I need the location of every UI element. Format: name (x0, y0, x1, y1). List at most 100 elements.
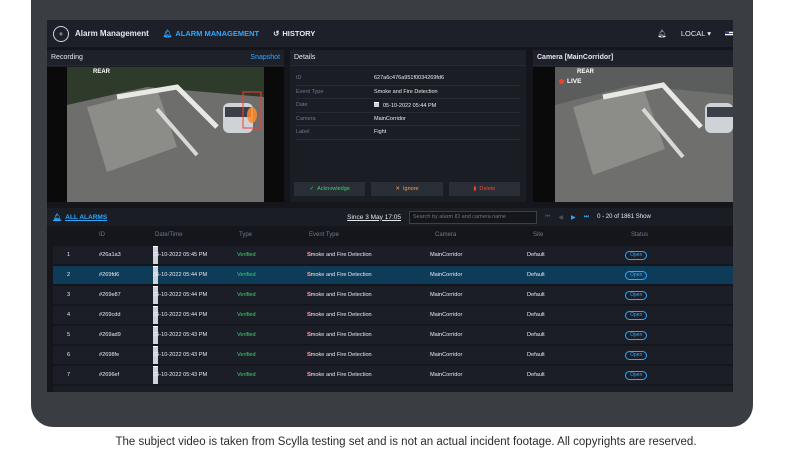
cell-date-text: 05-10-2022 05:43 PM (153, 372, 208, 378)
table-row[interactable]: 4 #269cdd 05-10-2022 05:44 PM Verified 🔥︎ Smo… (53, 306, 733, 324)
live-label: LIVE (567, 78, 582, 85)
col-datetime[interactable]: Date/Time (155, 228, 182, 242)
col-event-type[interactable]: Event Type (309, 228, 339, 242)
col-type[interactable]: Type (239, 228, 252, 242)
cell-event-text: Smoke and Fire Detection (307, 332, 372, 338)
detail-key: Label (296, 129, 310, 136)
table-header: ID Date/Time Type Event Type Camera Site… (47, 228, 733, 242)
cell-event-text: Smoke and Fire Detection (307, 312, 372, 318)
acknowledge-button[interactable]: ✓ Acknowledge (294, 182, 366, 196)
recording-overlay-text: REAR (93, 69, 111, 75)
nav-alarm-management[interactable]: 🔔︎ ALARM MANAGEMENT (163, 29, 259, 38)
table-row[interactable] (53, 386, 733, 392)
all-alarms-tab[interactable]: 🔔︎ ALL ALARMS (53, 213, 108, 222)
next-page-icon[interactable]: ▶ (571, 214, 576, 221)
cell-type: Verified (237, 272, 256, 278)
prev-page-icon[interactable]: ◀ (558, 214, 563, 221)
table-row[interactable]: 5 #269ad9 05-10-2022 05:43 PM Verified 🔥︎ Smo… (53, 326, 733, 344)
detail-key: Camera (296, 115, 316, 122)
nav-history[interactable]: ↺ HISTORY (273, 29, 315, 38)
details-header: Details (290, 50, 526, 66)
table-row[interactable]: 1 #26a1a3 05-10-2022 05:45 PM Verified 🔥︎ Smo… (53, 246, 733, 264)
cell-n: 4 (67, 312, 71, 318)
footage-caption: The subject video is taken from Scylla t… (115, 436, 697, 448)
cell-date-text: 05-10-2022 05:43 PM (153, 352, 208, 358)
cell-camera: MainCorridor (430, 352, 463, 358)
cell-site: Default (527, 372, 545, 378)
camera-panel: Camera [MainCorridor] REAR LIVE (533, 50, 733, 202)
cell-camera: MainCorridor (430, 292, 463, 298)
cell-camera: MainCorridor (430, 272, 463, 278)
snapshot-link[interactable]: Snapshot (250, 54, 280, 61)
camera-live-video[interactable]: REAR LIVE (533, 67, 733, 202)
open-status-button[interactable]: Open (625, 370, 648, 380)
acknowledge-label: Acknowledge (317, 186, 350, 192)
cell-date-text: 05-10-2022 05:43 PM (153, 332, 208, 338)
notification-bell-icon[interactable]: 🔔︎ (657, 29, 667, 38)
camera-frame (533, 67, 733, 202)
first-page-icon[interactable]: ⏮ (545, 214, 550, 221)
app-screen: ◍ Alarm Management 🔔︎ ALARM MANAGEMENT ↺… (47, 20, 733, 392)
cell-site: Default (527, 272, 545, 278)
details-title: Details (294, 54, 316, 61)
cell-id: #269cdd (99, 312, 121, 318)
alarms-toolbar: 🔔︎ ALL ALARMS Since 3 May 17:05 ⏮ ◀ ▶ ⏭ … (47, 208, 733, 226)
logo-icon: ◍ (53, 25, 69, 42)
open-status-button[interactable]: Open (625, 310, 648, 320)
last-page-icon[interactable]: ⏭ (584, 214, 589, 221)
pagination: ⏮ ◀ ▶ ⏭ 0 - 20 of 1861 Show (545, 214, 651, 221)
detail-date-text: 05-10-2022 05:44 PM (383, 102, 437, 109)
show-label[interactable]: Show (636, 214, 651, 220)
live-dot-icon (559, 79, 564, 84)
open-status-button[interactable]: Open (625, 330, 648, 340)
cell-site: Default (527, 292, 545, 298)
cell-id: #26a1a3 (99, 252, 121, 258)
cell-date-text: 05-10-2022 05:44 PM (153, 292, 208, 298)
nav-history-label: HISTORY (282, 29, 316, 38)
check-icon: ✓ (309, 186, 315, 192)
cell-id: #269fd6 (99, 272, 120, 278)
col-site[interactable]: Site (533, 228, 543, 242)
recording-panel: Recording Snapshot REAR (47, 50, 284, 202)
cell-date-text: 05-10-2022 05:44 PM (153, 312, 208, 318)
detail-value: 627a6c476a951f0034269fd6 (374, 75, 445, 82)
cell-n: 1 (67, 252, 71, 258)
cell-site: Default (527, 252, 545, 258)
calendar-icon (374, 101, 379, 107)
col-id[interactable]: ID (99, 228, 105, 242)
open-status-button[interactable]: Open (625, 350, 648, 360)
cell-site: Default (527, 352, 545, 358)
cell-event-text: Smoke and Fire Detection (307, 292, 372, 298)
detail-value: Fight (374, 129, 387, 136)
table-row[interactable]: 3 #269e87 05-10-2022 05:44 PM Verified 🔥︎ Smo… (53, 286, 733, 304)
recording-frame (47, 67, 284, 202)
detail-key: Date (296, 102, 308, 109)
delete-button[interactable]: ▮ Delete (448, 182, 520, 196)
detail-row-id: ID 627a6c476a951f0034269fd6 (296, 72, 520, 86)
cell-type: Verified (237, 332, 256, 338)
table-row[interactable]: 6 #2698fe 05-10-2022 05:43 PM Verified 🔥︎ Smo… (53, 346, 733, 364)
recording-video[interactable]: REAR (47, 67, 284, 202)
since-filter[interactable]: Since 3 May 17:05 (347, 214, 401, 221)
table-row[interactable]: 7 #2696ef 05-10-2022 05:43 PM Verified 🔥︎ Smo… (53, 366, 733, 384)
alarm-search-input[interactable] (409, 210, 537, 224)
detail-value: Smoke and Fire Detection (374, 88, 438, 95)
flag-icon[interactable] (725, 31, 733, 36)
open-status-button[interactable]: Open (625, 290, 648, 300)
cell-camera: MainCorridor (430, 252, 463, 258)
locale-select[interactable]: LOCAL ▾ (681, 29, 711, 38)
bell-icon: 🔔︎ (162, 29, 173, 38)
cell-camera: MainCorridor (430, 372, 463, 378)
open-status-button[interactable]: Open (625, 270, 648, 280)
open-status-button[interactable]: Open (625, 250, 648, 260)
detail-value: 05-10-2022 05:44 PM (374, 101, 437, 109)
detail-key: ID (296, 75, 302, 82)
ignore-button[interactable]: ✕ Ignore (371, 182, 443, 196)
col-status[interactable]: Status (631, 228, 648, 242)
col-camera[interactable]: Camera (435, 228, 456, 242)
all-alarms-label: ALL ALARMS (65, 213, 108, 221)
table-row[interactable]: 2 #269fd6 05-10-2022 05:44 PM Verified 🔥︎ Smo… (53, 266, 733, 284)
cell-site: Default (527, 332, 545, 338)
cell-type: Verified (237, 292, 256, 298)
top-nav: ◍ Alarm Management 🔔︎ ALARM MANAGEMENT ↺… (47, 20, 733, 47)
